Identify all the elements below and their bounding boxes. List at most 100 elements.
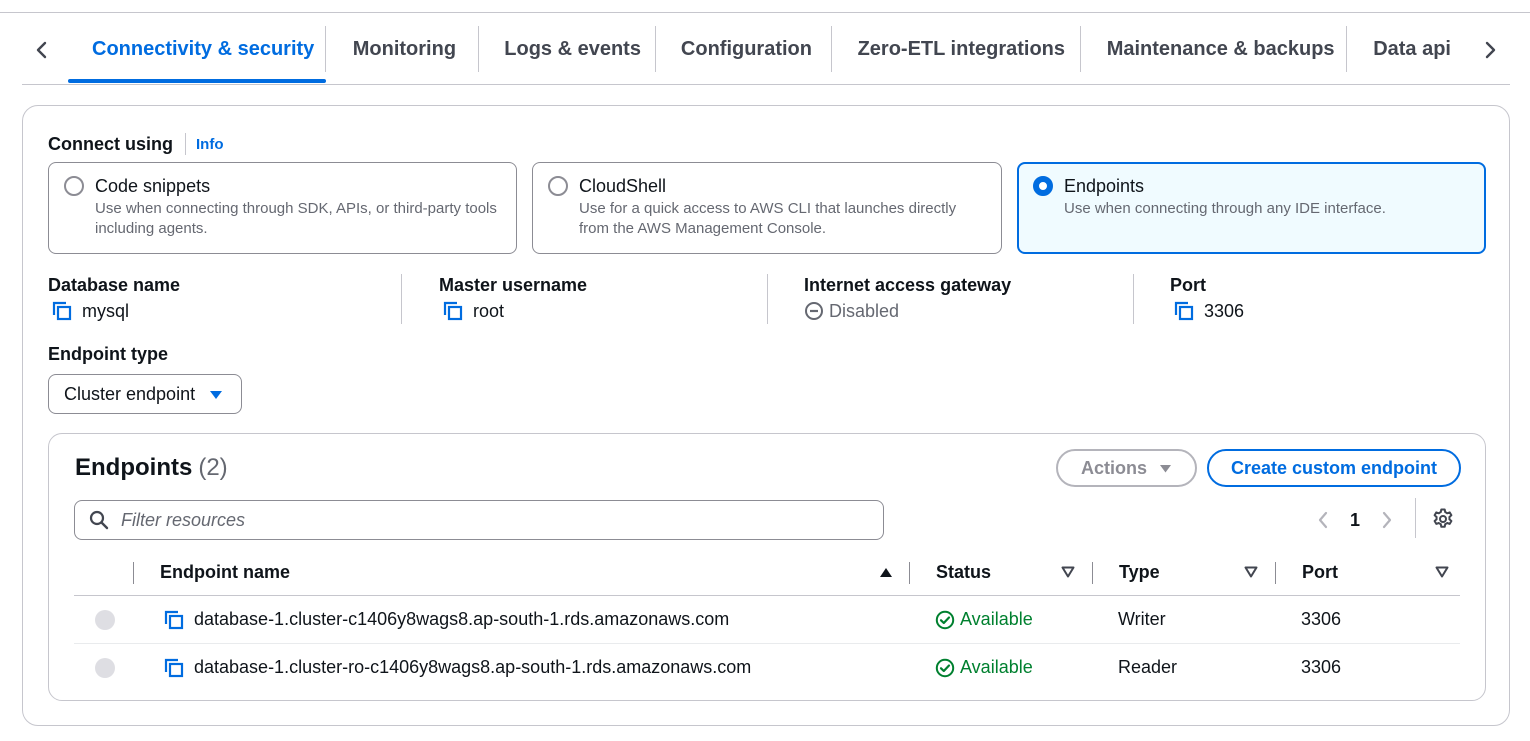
connect-using-header: Connect using Info <box>48 133 224 155</box>
caret-down-icon <box>1160 464 1171 472</box>
sort-icon[interactable] <box>1435 566 1449 578</box>
create-label: Create custom endpoint <box>1230 457 1438 478</box>
pagination: 1 <box>1311 506 1399 534</box>
disabled-status-icon <box>804 301 824 321</box>
chevron-left-icon <box>36 41 47 59</box>
tab-bar: Connectivity & security Monitoring Logs … <box>22 24 1510 86</box>
sort-ascending-icon[interactable] <box>879 566 893 578</box>
option-cloudshell[interactable]: CloudShell Use for a quick access to AWS… <box>532 162 1002 254</box>
status-text: Available <box>960 657 1033 677</box>
endpoint-port: 3306 <box>1301 657 1342 677</box>
tab-connectivity-security[interactable]: Connectivity & security <box>68 24 326 83</box>
tab-configuration[interactable]: Configuration <box>656 24 832 74</box>
master-username-value: root <box>473 301 505 321</box>
active-tab-indicator <box>68 79 326 83</box>
port-value: 3306 <box>1204 301 1245 321</box>
master-username-field: Master username root <box>439 274 587 322</box>
tab-scroll-left-button[interactable] <box>22 38 62 62</box>
column-separator <box>1275 562 1276 584</box>
caret-down-icon <box>210 391 222 399</box>
option-description: Use when connecting through any IDE inte… <box>1064 200 1386 217</box>
actions-label: Actions <box>1080 457 1147 478</box>
table-row[interactable]: database-1.cluster-ro-c1406y8wags8.ap-so… <box>74 644 1460 692</box>
column-header-status[interactable]: Status <box>936 562 991 583</box>
column-header-endpoint-name[interactable]: Endpoint name <box>160 562 290 583</box>
info-link[interactable]: Info <box>196 136 224 153</box>
endpoint-type-value: Cluster endpoint <box>64 383 196 404</box>
next-page-button[interactable] <box>1375 508 1399 532</box>
tab-label: Zero-ETL integrations <box>857 37 1065 60</box>
tab-label: Connectivity & security <box>92 37 315 60</box>
previous-page-button[interactable] <box>1311 508 1335 532</box>
table-row[interactable]: database-1.cluster-c1406y8wags8.ap-south… <box>74 596 1460 644</box>
gear-icon <box>1433 508 1453 528</box>
option-title: Endpoints <box>1064 176 1145 196</box>
current-page[interactable]: 1 <box>1335 510 1375 531</box>
radio-button[interactable] <box>64 176 84 196</box>
top-divider <box>0 12 1530 13</box>
column-divider <box>767 274 768 324</box>
option-title: CloudShell <box>579 176 667 196</box>
option-code-snippets[interactable]: Code snippets Use when connecting throug… <box>48 162 517 254</box>
chevron-left-icon <box>1318 511 1328 529</box>
status-cell: Available <box>935 609 1033 630</box>
endpoints-heading: Endpoints (2) <box>75 454 228 482</box>
column-divider <box>401 274 402 324</box>
endpoint-type: Reader <box>1118 657 1178 677</box>
header-divider <box>185 133 186 155</box>
endpoint-name: database-1.cluster-ro-c1406y8wags8.ap-so… <box>194 657 752 677</box>
endpoints-count: (2) <box>198 454 228 481</box>
filter-resources[interactable] <box>74 500 884 540</box>
port-field: Port 3306 <box>1170 274 1244 322</box>
tab-zero-etl[interactable]: Zero-ETL integrations <box>832 24 1081 74</box>
database-name-field: Database name mysql <box>48 274 180 322</box>
endpoints-table-panel: Endpoints (2) Actions Create custom endpo… <box>48 433 1486 701</box>
check-circle-icon <box>935 610 955 629</box>
tab-data-api[interactable]: Data api <box>1347 24 1464 74</box>
status-cell: Available <box>935 657 1033 678</box>
option-title: Code snippets <box>95 176 211 196</box>
copy-icon[interactable] <box>163 657 185 679</box>
master-username-label: Master username <box>439 275 588 295</box>
column-header-type[interactable]: Type <box>1119 562 1160 583</box>
actions-button[interactable]: Actions <box>1056 449 1197 487</box>
table-header: Endpoint name Status Type Port <box>74 556 1460 596</box>
tab-maintenance-backups[interactable]: Maintenance & backups <box>1081 24 1348 74</box>
check-circle-icon <box>935 658 955 677</box>
copy-icon[interactable] <box>51 300 75 322</box>
tab-label: Configuration <box>680 37 812 60</box>
endpoint-type: Writer <box>1118 609 1166 629</box>
table-settings-button[interactable] <box>1431 507 1455 531</box>
tab-logs-events[interactable]: Logs & events <box>479 24 656 74</box>
radio-button[interactable] <box>548 176 568 196</box>
radio-button-selected[interactable] <box>1033 176 1053 196</box>
endpoint-type-select[interactable]: Cluster endpoint <box>48 374 242 414</box>
tab-strip: Connectivity & security Monitoring Logs … <box>68 24 1464 84</box>
database-name-label: Database name <box>48 275 181 295</box>
row-select-radio[interactable] <box>95 658 115 678</box>
internet-access-gateway-value: Disabled <box>829 301 900 321</box>
tab-label: Maintenance & backups <box>1106 37 1335 60</box>
endpoint-type-label: Endpoint type <box>48 344 168 364</box>
column-header-port[interactable]: Port <box>1302 562 1338 583</box>
create-custom-endpoint-button[interactable]: Create custom endpoint <box>1207 449 1461 487</box>
filter-input[interactable] <box>121 509 821 531</box>
tab-label: Monitoring <box>352 37 457 60</box>
endpoints-title: Endpoints <box>75 454 193 481</box>
tab-bar-border <box>22 84 1510 85</box>
tab-scroll-right-button[interactable] <box>1470 38 1510 62</box>
pager-divider <box>1415 498 1416 538</box>
port-label: Port <box>1170 275 1206 295</box>
endpoint-name: database-1.cluster-c1406y8wags8.ap-south… <box>194 609 730 629</box>
connect-using-label: Connect using <box>48 133 173 154</box>
copy-icon[interactable] <box>163 609 185 631</box>
row-select-radio[interactable] <box>95 610 115 630</box>
option-endpoints[interactable]: Endpoints Use when connecting through an… <box>1017 162 1486 254</box>
copy-icon[interactable] <box>1173 300 1197 322</box>
sort-icon[interactable] <box>1244 566 1258 578</box>
status-text: Available <box>960 609 1033 629</box>
sort-icon[interactable] <box>1061 566 1075 578</box>
copy-icon[interactable] <box>442 300 466 322</box>
chevron-right-icon <box>1485 41 1496 59</box>
tab-monitoring[interactable]: Monitoring <box>326 24 480 74</box>
